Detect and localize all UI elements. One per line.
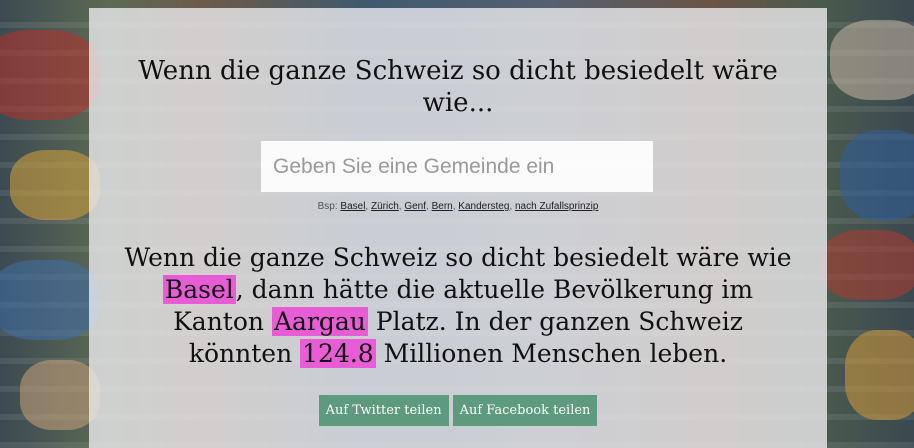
example-link-zurich[interactable]: Zürich — [371, 201, 399, 212]
result-text-part4: Millionen Menschen leben. — [375, 339, 728, 368]
example-links: Bsp: Basel, Zürich, Genf, Bern, Kanderst… — [317, 201, 599, 212]
highlight-population: 124.8 — [300, 339, 376, 368]
highlight-canton: Aargau — [271, 307, 368, 336]
example-link-bern[interactable]: Bern — [432, 201, 453, 212]
example-link-kandersteg[interactable]: Kandersteg — [458, 201, 509, 212]
example-link-random[interactable]: nach Zufallsprinzip — [515, 201, 598, 212]
result-text: Wenn die ganze Schweiz so dicht besiedel… — [119, 242, 797, 370]
page-title: Wenn die ganze Schweiz so dicht besiedel… — [138, 56, 778, 118]
result-text-part1: Wenn die ganze Schweiz so dicht besiedel… — [124, 243, 792, 272]
share-facebook-button[interactable]: Auf Facebook teilen — [452, 395, 598, 426]
example-link-basel[interactable]: Basel — [340, 201, 365, 212]
main-panel: Wenn die ganze Schweiz so dicht besiedel… — [89, 8, 827, 448]
share-buttons: Auf Twitter teilen Auf Facebook teilen — [89, 395, 827, 426]
highlight-municipality: Basel — [162, 275, 236, 304]
example-link-genf[interactable]: Genf — [404, 201, 426, 212]
examples-prefix: Bsp: — [317, 201, 338, 212]
municipality-search-input[interactable] — [261, 141, 653, 192]
share-twitter-button[interactable]: Auf Twitter teilen — [318, 395, 449, 426]
